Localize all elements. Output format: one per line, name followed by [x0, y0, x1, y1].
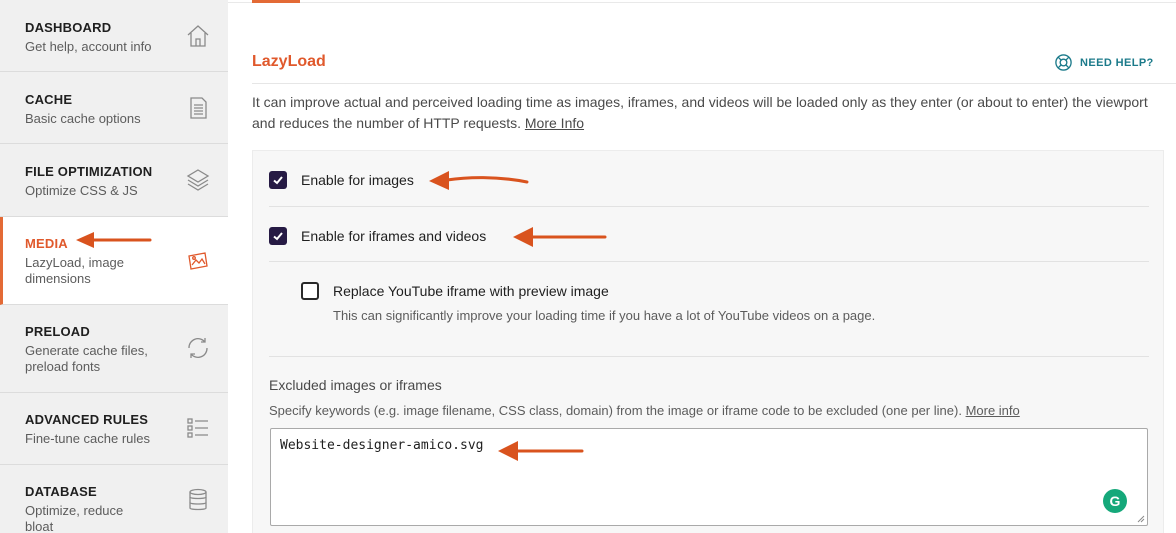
- sidebar-item-title: CACHE: [25, 92, 73, 107]
- sidebar-item-title: FILE OPTIMIZATION: [25, 164, 153, 179]
- sidebar-item-title: PRELOAD: [25, 324, 90, 339]
- intro-description: It can improve actual and perceived load…: [252, 94, 1148, 131]
- sidebar-item-desc: Basic cache options: [25, 111, 141, 126]
- sidebar-item-title: MEDIA: [25, 236, 68, 251]
- option-divider: [269, 356, 1149, 357]
- lazyload-options-panel: Enable for images Enable for iframes and…: [252, 150, 1164, 533]
- sidebar-item-desc: Generate cache files, preload fonts: [25, 343, 148, 374]
- enable-iframes-option[interactable]: Enable for iframes and videos: [269, 227, 486, 245]
- sidebar-item-desc: Optimize CSS & JS: [25, 183, 138, 198]
- sidebar-item-file-optimization[interactable]: FILE OPTIMIZATION Optimize CSS & JS: [0, 144, 228, 217]
- document-icon: [185, 95, 211, 121]
- annotation-arrow-icon: [76, 232, 152, 248]
- images-icon: [185, 248, 211, 274]
- layers-icon: [185, 167, 211, 193]
- youtube-preview-checkbox[interactable]: [301, 282, 319, 300]
- youtube-preview-description: This can significantly improve your load…: [333, 308, 876, 323]
- more-info-link[interactable]: More Info: [525, 115, 584, 131]
- sidebar-item-desc: Fine-tune cache rules: [25, 431, 151, 446]
- list-icon: [185, 415, 211, 441]
- sidebar-item-cache[interactable]: CACHE Basic cache options: [0, 72, 228, 144]
- enable-images-label: Enable for images: [301, 172, 414, 188]
- home-icon: [185, 23, 211, 49]
- enable-images-checkbox[interactable]: [269, 171, 287, 189]
- title-divider: [252, 83, 1176, 84]
- grammarly-icon[interactable]: G: [1103, 489, 1127, 513]
- sidebar-item-advanced-rules[interactable]: ADVANCED RULES Fine-tune cache rules: [0, 393, 228, 465]
- youtube-preview-label: Replace YouTube iframe with preview imag…: [333, 283, 609, 299]
- sidebar-item-database[interactable]: DATABASE Optimize, reduce bloat: [0, 465, 228, 533]
- section-title: LazyLoad: [252, 53, 326, 70]
- sidebar: DASHBOARD Get help, account info CACHE B…: [0, 0, 228, 533]
- sidebar-item-preload[interactable]: PRELOAD Generate cache files, preload fo…: [0, 305, 228, 393]
- youtube-preview-option[interactable]: Replace YouTube iframe with preview imag…: [301, 282, 609, 300]
- annotation-arrow-icon: [513, 227, 607, 247]
- need-help-label: NEED HELP?: [1080, 56, 1154, 69]
- enable-images-option[interactable]: Enable for images: [269, 171, 414, 189]
- check-icon: [273, 176, 283, 185]
- sidebar-item-title: ADVANCED RULES: [25, 412, 149, 427]
- enable-iframes-label: Enable for iframes and videos: [301, 228, 487, 244]
- annotation-arrow-icon: [429, 171, 529, 190]
- sidebar-item-desc: LazyLoad, image dimensions: [25, 255, 125, 286]
- option-divider: [269, 261, 1149, 262]
- excluded-description: Specify keywords (e.g. image filename, C…: [269, 403, 1020, 418]
- sidebar-item-dashboard[interactable]: DASHBOARD Get help, account info: [0, 0, 228, 72]
- sidebar-item-desc: Get help, account info: [25, 39, 152, 54]
- need-help-button[interactable]: NEED HELP?: [1054, 53, 1154, 72]
- main-content: LazyLoad NEED HELP? It can improve actua…: [228, 0, 1176, 533]
- sidebar-item-title: DATABASE: [25, 484, 97, 499]
- top-divider: [228, 2, 1176, 3]
- resize-handle-icon[interactable]: [1137, 515, 1145, 523]
- sidebar-item-desc: Optimize, reduce bloat: [25, 503, 124, 533]
- check-icon: [273, 232, 283, 241]
- lifebuoy-icon: [1055, 54, 1072, 71]
- enable-iframes-checkbox[interactable]: [269, 227, 287, 245]
- active-tab-indicator: [252, 0, 300, 3]
- excluded-keywords-textarea[interactable]: Website-designer-amico.svg G: [270, 428, 1148, 526]
- intro-text: It can improve actual and perceived load…: [252, 92, 1162, 134]
- excluded-keywords-value: Website-designer-amico.svg: [280, 438, 484, 453]
- refresh-icon: [185, 335, 211, 361]
- excluded-more-info-link[interactable]: More info: [966, 403, 1020, 418]
- excluded-label: Excluded images or iframes: [269, 377, 442, 393]
- excluded-description-text: Specify keywords (e.g. image filename, C…: [269, 403, 962, 418]
- sidebar-item-title: DASHBOARD: [25, 20, 112, 35]
- annotation-arrow-icon: [498, 441, 584, 461]
- database-icon: [185, 487, 211, 513]
- option-divider: [269, 206, 1149, 207]
